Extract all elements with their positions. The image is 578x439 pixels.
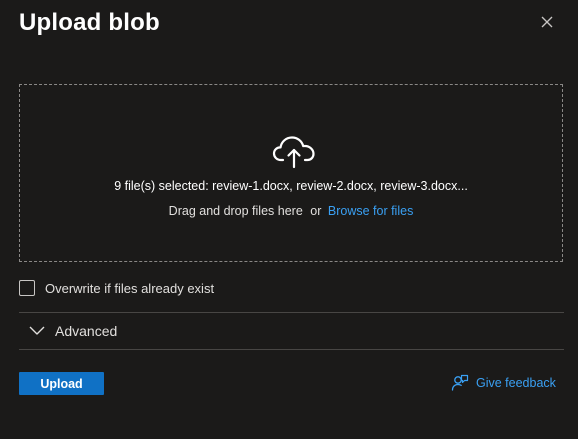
cloud-upload-icon xyxy=(272,136,315,169)
upload-blob-panel: Upload blob 9 file(s) selected: review-1… xyxy=(0,0,578,439)
feedback-icon xyxy=(451,374,469,391)
divider-top xyxy=(19,312,564,313)
selected-files-text: 9 file(s) selected: review-1.docx, revie… xyxy=(114,179,468,193)
give-feedback-label: Give feedback xyxy=(476,376,556,390)
upload-button[interactable]: Upload xyxy=(19,372,104,395)
advanced-toggle[interactable]: Advanced xyxy=(28,321,117,341)
advanced-label: Advanced xyxy=(55,323,118,339)
or-text: or xyxy=(310,204,322,218)
dialog-title: Upload blob xyxy=(19,9,160,36)
overwrite-option[interactable]: Overwrite if files already exist xyxy=(19,279,214,297)
give-feedback-link[interactable]: Give feedback xyxy=(451,374,556,392)
file-dropzone[interactable]: 9 file(s) selected: review-1.docx, revie… xyxy=(19,84,563,262)
chevron-down-icon xyxy=(29,326,45,335)
browse-files-link[interactable]: Browse for files xyxy=(328,204,413,218)
drag-drop-row: Drag and drop files here or Browse for f… xyxy=(20,204,562,218)
overwrite-label: Overwrite if files already exist xyxy=(45,280,215,296)
close-icon xyxy=(541,16,553,28)
drag-drop-text: Drag and drop files here xyxy=(168,204,303,218)
close-button[interactable] xyxy=(535,10,559,34)
overwrite-checkbox[interactable] xyxy=(19,280,35,296)
divider-bottom xyxy=(19,349,564,350)
